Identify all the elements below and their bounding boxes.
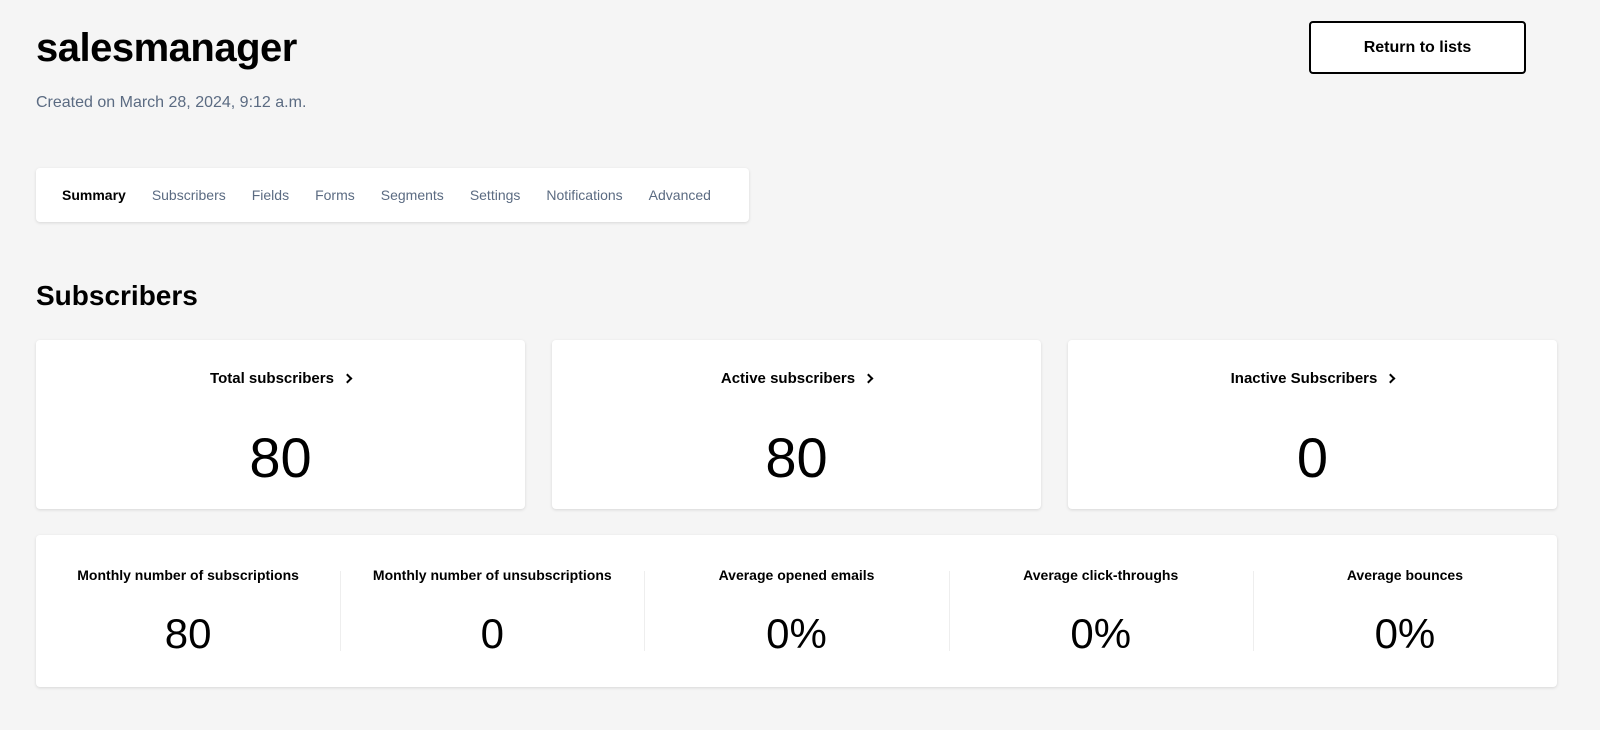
total-subscribers-value: 80	[249, 426, 312, 489]
tab-forms[interactable]: Forms	[315, 187, 355, 203]
tab-bar: Summary Subscribers Fields Forms Segment…	[36, 168, 749, 222]
tab-settings[interactable]: Settings	[470, 187, 521, 203]
chevron-right-icon	[1385, 373, 1396, 384]
inactive-subscribers-card: Inactive Subscribers 0	[1068, 340, 1557, 509]
stat-label: Monthly number of unsubscriptions	[372, 567, 612, 583]
tab-advanced[interactable]: Advanced	[649, 187, 711, 203]
tab-summary[interactable]: Summary	[62, 187, 126, 203]
tab-segments[interactable]: Segments	[381, 187, 444, 203]
tab-fields[interactable]: Fields	[252, 187, 289, 203]
list-summary-page: salesmanager Created on March 28, 2024, …	[0, 0, 1600, 730]
total-subscribers-link[interactable]: Total subscribers	[36, 370, 525, 387]
chevron-right-icon	[863, 373, 874, 384]
stat-label: Average opened emails	[718, 567, 875, 583]
inactive-subscribers-link[interactable]: Inactive Subscribers	[1068, 370, 1557, 387]
stat-label: Average bounces	[1346, 567, 1464, 583]
total-subscribers-card: Total subscribers 80	[36, 340, 525, 509]
section-title: Subscribers	[36, 280, 198, 311]
inactive-subscribers-value: 0	[1296, 426, 1329, 489]
subscriber-cards: Total subscribers 80 Active subscribers …	[36, 340, 1557, 509]
tab-subscribers[interactable]: Subscribers	[152, 187, 226, 203]
stat-value: 0	[480, 610, 504, 657]
stat-monthly-subscriptions: Monthly number of subscriptions 80	[36, 535, 340, 687]
page-title: salesmanager	[36, 26, 297, 70]
card-label: Inactive Subscribers	[1230, 370, 1378, 387]
stat-value: 0%	[1374, 610, 1436, 657]
stat-average-click-throughs: Average click-throughs 0%	[948, 535, 1253, 687]
stat-label: Average click-throughs	[1023, 567, 1179, 583]
stat-label: Monthly number of subscriptions	[77, 567, 299, 583]
return-to-lists-button[interactable]: Return to lists	[1309, 21, 1526, 74]
card-label: Active subscribers	[720, 370, 856, 387]
stat-average-opened: Average opened emails 0%	[644, 535, 948, 687]
created-on-text: Created on March 28, 2024, 9:12 a.m.	[36, 94, 307, 111]
card-label: Total subscribers	[210, 370, 334, 387]
tab-notifications[interactable]: Notifications	[546, 187, 622, 203]
stat-monthly-unsubscriptions: Monthly number of unsubscriptions 0	[340, 535, 644, 687]
chevron-right-icon	[342, 373, 353, 384]
stat-value: 80	[164, 610, 212, 657]
stat-value: 0%	[1070, 610, 1132, 657]
stat-value: 0%	[766, 610, 827, 657]
stat-average-bounces: Average bounces 0%	[1252, 535, 1557, 687]
active-subscribers-link[interactable]: Active subscribers	[552, 370, 1041, 387]
active-subscribers-value: 80	[765, 426, 828, 489]
active-subscribers-card: Active subscribers 80	[552, 340, 1041, 509]
stats-panel: Monthly number of subscriptions 80 Month…	[36, 535, 1557, 687]
